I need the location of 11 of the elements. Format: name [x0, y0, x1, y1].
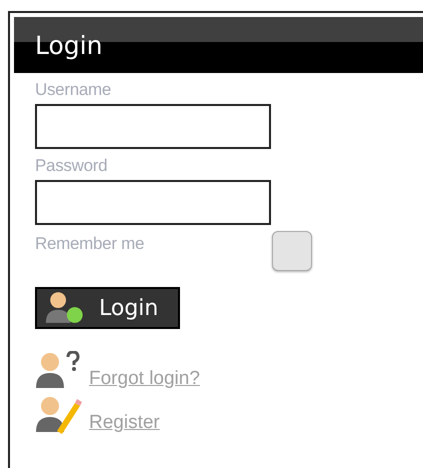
login-button[interactable]: Login — [35, 287, 180, 329]
field-label: Username — [35, 79, 112, 100]
remember-label: Remember me — [35, 233, 146, 254]
register-link[interactable]: Register — [89, 412, 160, 434]
user-pencil-icon — [35, 395, 83, 435]
remember-checkbox[interactable] — [272, 231, 312, 271]
forgot-login-link[interactable]: Forgot login? — [89, 368, 200, 390]
input-field[interactable] — [35, 180, 271, 225]
input-field[interactable] — [35, 104, 271, 149]
field-label: Password — [35, 155, 108, 176]
login-title: Login — [35, 30, 102, 60]
